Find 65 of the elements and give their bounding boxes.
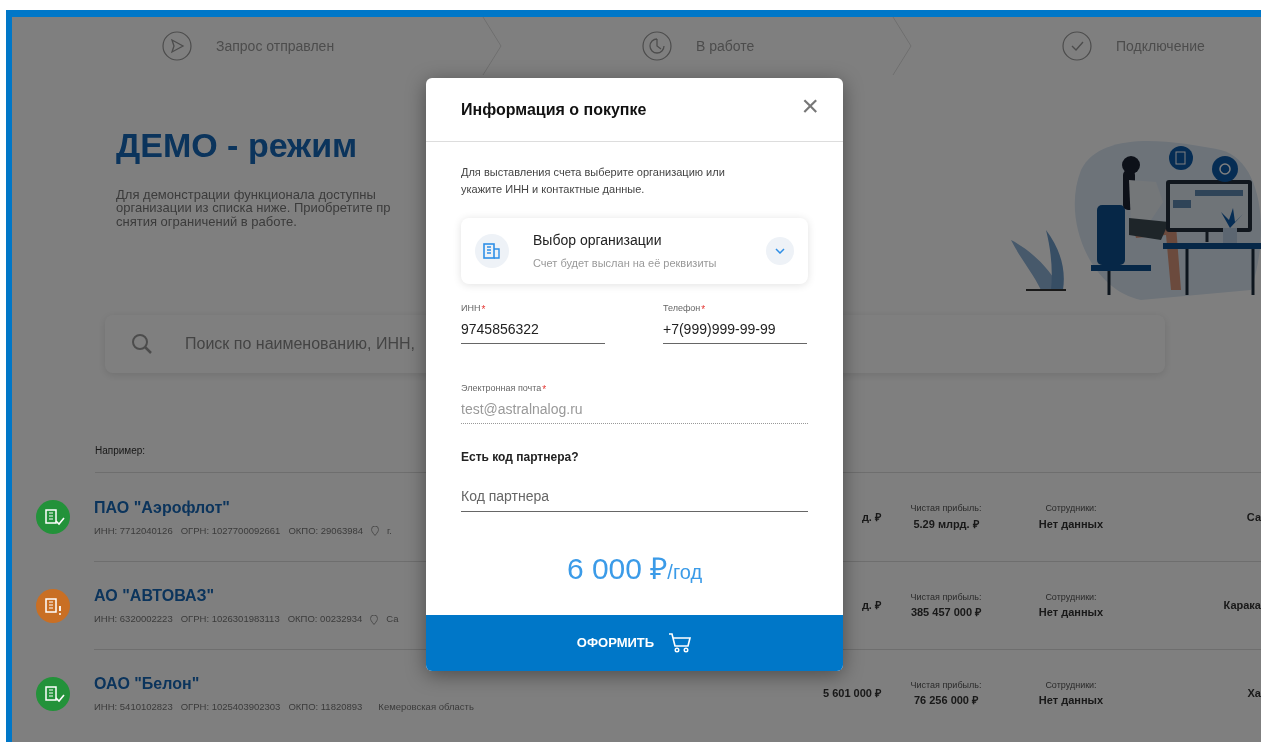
cart-icon — [668, 633, 693, 653]
check-icon — [1062, 31, 1092, 61]
organization-select-hint: Счет будет выслан на её реквизиты — [533, 256, 717, 272]
partner-heading: Есть код партнера? — [461, 449, 580, 467]
revenue-value: д. ₽ — [860, 598, 881, 614]
dialog-title: Информация о покупке — [461, 99, 647, 120]
company-detail: ИНН: 6320002223 — [94, 612, 173, 627]
staff-value: Нет данных — [1037, 605, 1105, 620]
profit-value: 76 256 000 ₽ — [912, 693, 980, 708]
revenue-value: д. ₽ — [860, 509, 881, 525]
region-text: Ха — [1246, 686, 1261, 702]
input-field[interactable]: 9745856322 — [461, 317, 605, 345]
company-location: Са — [386, 612, 399, 627]
price-amount: 6 000 ₽ — [566, 552, 668, 586]
submit-button[interactable]: ОФОРМИТЬ — [426, 615, 843, 671]
company-location: г. — [387, 523, 392, 538]
company-detail: ОГРН: 1025403902303 — [180, 700, 281, 715]
clock-icon — [642, 31, 672, 61]
region-text: Са — [1245, 509, 1261, 525]
input-field[interactable]: +7(999)999-99-99 — [663, 317, 807, 345]
required-mark: * — [481, 303, 486, 318]
company-name[interactable]: ОАО "Белон" — [94, 672, 414, 697]
organization-select-title: Выбор организации — [533, 231, 663, 251]
profit-value: 5.29 млрд. ₽ — [912, 516, 980, 532]
company-detail: ОКПО: 00232934 — [287, 612, 363, 627]
profit-label: Чистая прибыль: — [909, 590, 983, 604]
company-location: Кемеровская область — [378, 700, 474, 715]
building-icon — [475, 234, 509, 269]
company-detail: ОГРН: 1027700092661 — [180, 523, 281, 538]
close-button[interactable]: × — [797, 90, 823, 121]
page-title: ДЕМО - режим — [116, 125, 359, 166]
organization-select[interactable]: Выбор организации Счет будет выслан на её реквизиты — [461, 218, 808, 285]
company-name[interactable]: ПАО "Аэрофлот" — [94, 495, 414, 520]
company-detail: ИНН: 7712040126 — [94, 523, 173, 538]
description-text: Для демонстрации функционала доступны организации из списка ниже. Приобретите пр снятия ограничений в работе. — [116, 187, 391, 229]
company-detail: ОКПО: 29063984 — [288, 523, 364, 538]
required-mark: * — [701, 303, 706, 318]
field-label: ИНН — [461, 302, 481, 316]
staff-value: Нет данных — [1037, 516, 1105, 532]
staff-label: Сотрудники: — [1044, 678, 1098, 692]
profit-label: Чистая прибыль: — [909, 502, 983, 515]
company-detail: ИНН: 5410102823 — [94, 700, 173, 715]
send-icon — [162, 31, 192, 61]
company-name[interactable]: АО "АВТОВАЗ" — [94, 584, 414, 609]
expand-button[interactable] — [766, 237, 794, 266]
price-period: /год — [667, 561, 703, 584]
revenue-value: 5 601 000 ₽ — [822, 686, 881, 702]
intro-text: Для выставления счета выберите организацию или укажите ИНН и контактные данные. — [461, 165, 726, 198]
search-icon — [131, 333, 153, 355]
company-detail: ОКПО: 11820893 — [288, 700, 363, 715]
field-label: Телефон — [663, 302, 701, 316]
location-pin-icon — [370, 614, 379, 625]
chevron-down-icon — [775, 248, 785, 255]
required-mark: * — [542, 383, 547, 398]
staff-value: Нет данных — [1037, 693, 1105, 708]
profit-label: Чистая прибыль: — [909, 678, 983, 692]
region-text: Карака — [1222, 598, 1261, 614]
staff-label: Сотрудники: — [1044, 590, 1098, 604]
field-label: Электронная почта — [461, 382, 542, 396]
company-detail: ОГРН: 1026301983113 — [180, 612, 280, 627]
staff-label: Сотрудники: — [1044, 502, 1098, 515]
profit-value: 385 457 000 ₽ — [909, 605, 983, 620]
location-pin-icon — [371, 526, 380, 536]
step-divider — [482, 17, 502, 75]
step-divider — [892, 17, 912, 75]
